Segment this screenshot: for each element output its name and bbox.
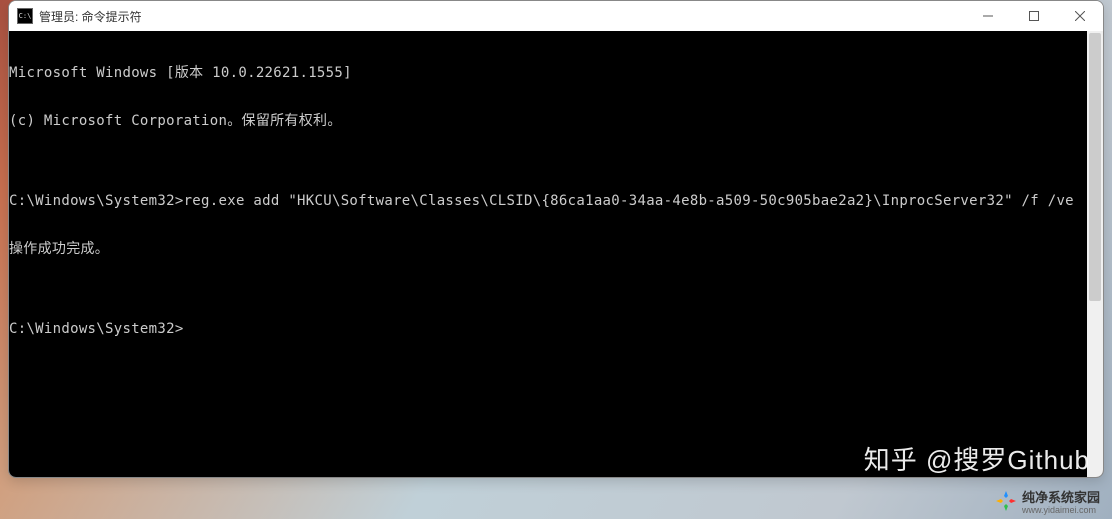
window-title: 管理员: 命令提示符 [39, 8, 142, 25]
terminal-prompt: C:\Windows\System32> [9, 321, 1103, 337]
cmd-icon: C:\ [17, 8, 33, 24]
close-button[interactable] [1057, 1, 1103, 31]
brand-name: 纯净系统家园 [1022, 490, 1100, 505]
terminal-area[interactable]: Microsoft Windows [版本 10.0.22621.1555] (… [9, 31, 1103, 477]
command-prompt-window: C:\ 管理员: 命令提示符 Microsoft Windows [版本 10.… [8, 0, 1104, 478]
scrollbar-thumb[interactable] [1089, 33, 1101, 301]
brand-logo-icon [994, 489, 1018, 513]
window-controls [965, 1, 1103, 31]
watermark-brand: 纯净系统家园 www.yidaimei.com [994, 487, 1100, 515]
maximize-button[interactable] [1011, 1, 1057, 31]
brand-url: www.yidaimei.com [1022, 505, 1100, 515]
terminal-command: C:\Windows\System32>reg.exe add "HKCU\So… [9, 193, 1103, 209]
scrollbar-track[interactable] [1087, 31, 1103, 477]
terminal-output: Microsoft Windows [版本 10.0.22621.1555] [9, 65, 1103, 81]
terminal-output: (c) Microsoft Corporation。保留所有权利。 [9, 113, 1103, 129]
titlebar[interactable]: C:\ 管理员: 命令提示符 [9, 1, 1103, 31]
titlebar-left: C:\ 管理员: 命令提示符 [17, 8, 142, 25]
minimize-button[interactable] [965, 1, 1011, 31]
terminal-result: 操作成功完成。 [9, 241, 1103, 257]
brand-text-wrap: 纯净系统家园 www.yidaimei.com [1022, 487, 1100, 515]
